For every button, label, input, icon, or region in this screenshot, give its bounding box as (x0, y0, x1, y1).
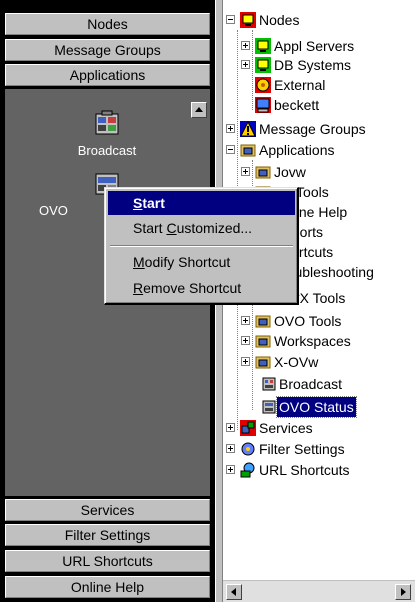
collapse-icon[interactable] (226, 145, 235, 154)
url-shortcuts-button[interactable]: URL Shortcuts (5, 550, 210, 572)
expand-icon[interactable] (241, 316, 250, 325)
filter-icon (241, 442, 255, 456)
node-group-icon (255, 57, 271, 73)
scroll-right-button[interactable] (395, 584, 411, 600)
menu-item-start-customized[interactable]: Start Customized... (108, 216, 295, 240)
app-icon (262, 377, 276, 391)
app-group-icon (255, 335, 271, 348)
message-groups-button[interactable]: Message Groups (5, 39, 210, 61)
expand-icon[interactable] (241, 167, 250, 176)
scroll-up-button[interactable] (191, 102, 207, 118)
shortcut-context-menu: Start Start Customized... Modify Shortcu… (104, 187, 299, 305)
expand-icon[interactable] (241, 336, 250, 345)
expand-icon[interactable] (241, 41, 250, 50)
tree-horizontal-scrollbar[interactable] (223, 580, 415, 602)
services-button[interactable]: Services (5, 499, 210, 521)
broadcast-shortcut-label: Broadcast (77, 143, 137, 158)
scroll-left-button[interactable] (226, 584, 242, 600)
external-node-icon (255, 77, 271, 93)
workstation-icon (255, 97, 271, 113)
app-group-icon (255, 356, 271, 369)
tree-guide-line (252, 30, 253, 110)
menu-separator (110, 245, 293, 247)
expand-icon[interactable] (226, 465, 235, 474)
filter-settings-button[interactable]: Filter Settings (5, 524, 210, 546)
broadcast-app-icon (95, 110, 119, 135)
applications-icon (240, 144, 256, 157)
menu-item-start[interactable]: Start (108, 191, 295, 215)
menu-item-modify-shortcut[interactable]: Modify Shortcut (108, 250, 295, 274)
applications-button[interactable]: Applications (5, 64, 210, 86)
menu-item-remove-shortcut[interactable]: Remove Shortcut (108, 276, 295, 300)
expand-icon[interactable] (226, 423, 235, 432)
nodes-icon (240, 12, 256, 28)
expand-icon[interactable] (241, 60, 250, 69)
services-icon (240, 420, 256, 436)
app-icon (262, 400, 276, 414)
app-group-icon (255, 315, 271, 328)
online-help-button[interactable]: Online Help (5, 576, 210, 598)
broadcast-shortcut[interactable]: Broadcast (62, 109, 152, 158)
expand-icon[interactable] (226, 124, 235, 133)
expand-icon[interactable] (226, 444, 235, 453)
nodes-button[interactable]: Nodes (5, 13, 210, 35)
expand-icon[interactable] (241, 357, 250, 366)
node-group-icon (255, 38, 271, 54)
warning-icon (240, 121, 256, 137)
collapse-icon[interactable] (226, 15, 235, 24)
app-group-icon (255, 166, 271, 179)
url-shortcut-icon (240, 462, 255, 478)
